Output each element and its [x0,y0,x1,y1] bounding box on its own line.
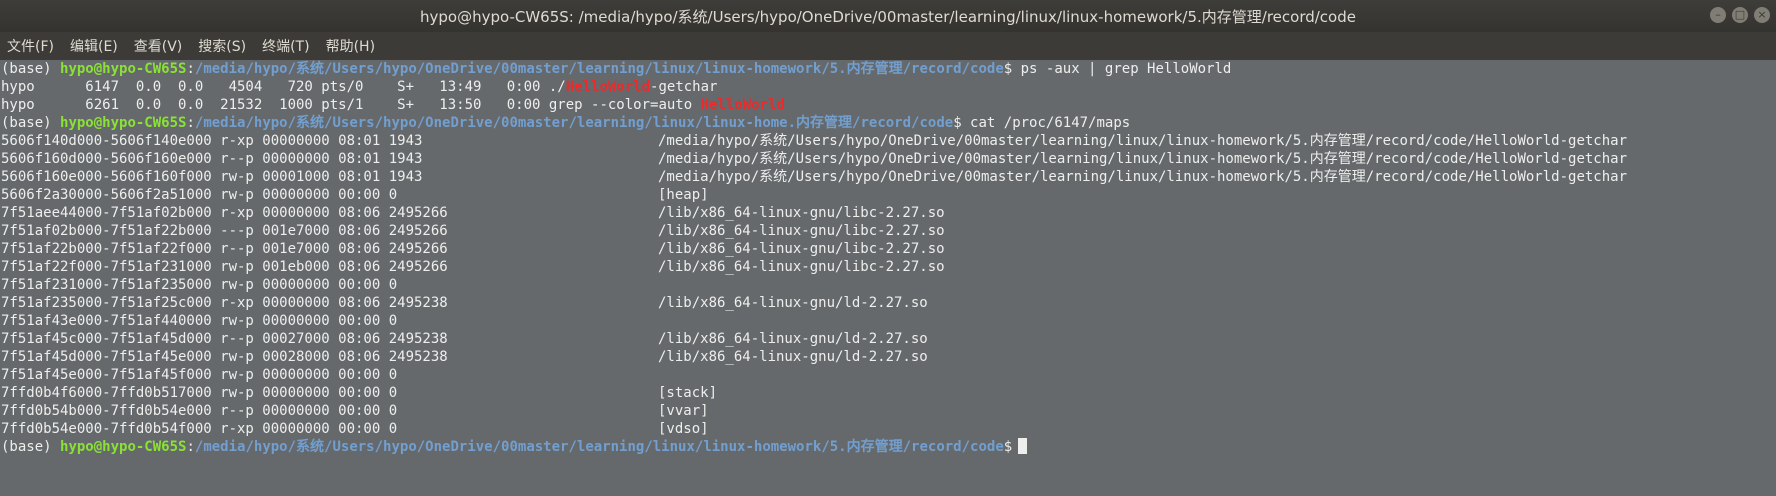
maps-path: [vvar] [658,403,709,419]
maps-range: 7f51af231000-7f51af235000 rw-p 00000000 … [1,277,398,293]
maps-row: 5606f2a30000-5606f2a51000 rw-p 00000000 … [0,186,1776,204]
maps-range: 7f51af02b000-7f51af22b000 ---p 001e7000 … [1,223,448,239]
maps-range: 7f51af22b000-7f51af22f000 r--p 001e7000 … [1,241,448,257]
ps-output-line: hypo 6147 0.0 0.0 4504 720 pts/0 S+ 13:4… [0,78,1776,96]
maps-path: /lib/x86_64-linux-gnu/libc-2.27.so [658,223,945,239]
prompt-separator: : [186,439,195,455]
maps-path: /lib/x86_64-linux-gnu/ld-2.27.so [658,331,928,347]
prompt-path: /media/hypo/系统/Users/hypo/OneDrive/00mas… [194,115,954,131]
maps-path: /lib/x86_64-linux-gnu/libc-2.27.so [658,205,945,221]
prompt-user: hypo@hypo-CW65S [60,439,187,455]
maps-path: /media/hypo/系统/Users/hypo/OneDrive/00mas… [658,169,1628,185]
maps-path: /lib/x86_64-linux-gnu/libc-2.27.so [658,241,945,257]
maps-range: 7f51af45d000-7f51af45e000 rw-p 00028000 … [1,349,448,365]
grep-highlight: HelloWorld [565,79,651,95]
maps-range: 7f51af45c000-7f51af45d000 r--p 00027000 … [1,331,448,347]
maximize-button[interactable]: □ [1732,7,1748,23]
maps-range: 5606f140d000-5606f140e000 r-xp 00000000 … [1,133,423,149]
maps-path: /lib/x86_64-linux-gnu/ld-2.27.so [658,295,928,311]
maps-path: /lib/x86_64-linux-gnu/libc-2.27.so [658,259,945,275]
maps-row: 7f51af02b000-7f51af22b000 ---p 001e7000 … [0,222,1776,240]
maps-row: 5606f160e000-5606f160f000 rw-p 00001000 … [0,168,1776,186]
menu-search[interactable]: 搜索(S) [191,36,255,56]
prompt-line: (base) hypo@hypo-CW65S:/media/hypo/系统/Us… [0,438,1776,456]
menu-bar: 文件(F) 编辑(E) 查看(V) 搜索(S) 终端(T) 帮助(H) [0,32,1776,60]
ps-text-suffix: -getchar [650,79,718,95]
prompt-dollar: $ [953,115,971,131]
menu-help[interactable]: 帮助(H) [319,36,384,56]
conda-env: (base) [1,439,61,455]
maps-range: 7ffd0b54b000-7ffd0b54e000 r--p 00000000 … [1,403,398,419]
prompt-path: /media/hypo/系统/Users/hypo/OneDrive/00mas… [194,61,1004,77]
maps-row: 5606f160d000-5606f160e000 r--p 00000000 … [0,150,1776,168]
maps-row: 7f51af231000-7f51af235000 rw-p 00000000 … [0,276,1776,294]
maps-row: 7ffd0b54b000-7ffd0b54e000 r--p 00000000 … [0,402,1776,420]
maps-path: [vdso] [658,421,709,437]
ps-text: hypo 6261 0.0 0.0 21532 1000 pts/1 S+ 13… [1,97,701,113]
prompt-line: (base) hypo@hypo-CW65S:/media/hypo/系统/Us… [0,60,1776,78]
maps-range: 7f51af235000-7f51af25c000 r-xp 00000000 … [1,295,448,311]
title-bar[interactable]: hypo@hypo-CW65S: /media/hypo/系统/Users/hy… [0,0,1776,32]
menu-terminal[interactable]: 终端(T) [255,36,318,56]
command-text: cat /proc/6147/maps [970,115,1131,131]
maps-range: 5606f160d000-5606f160e000 r--p 00000000 … [1,151,423,167]
ps-output-line: hypo 6261 0.0 0.0 21532 1000 pts/1 S+ 13… [0,96,1776,114]
maps-row: 7f51af22b000-7f51af22f000 r--p 001e7000 … [0,240,1776,258]
prompt-separator: : [186,61,195,77]
text-cursor[interactable] [1018,438,1028,454]
maps-row: 7f51aee44000-7f51af02b000 r-xp 00000000 … [0,204,1776,222]
maps-row: 7f51af45d000-7f51af45e000 rw-p 00028000 … [0,348,1776,366]
ps-text: hypo 6147 0.0 0.0 4504 720 pts/0 S+ 13:4… [1,79,566,95]
maps-row: 7f51af22f000-7f51af231000 rw-p 001eb000 … [0,258,1776,276]
maps-row: 5606f140d000-5606f140e000 r-xp 00000000 … [0,132,1776,150]
terminal-window: hypo@hypo-CW65S: /media/hypo/系统/Users/hy… [0,0,1776,496]
maps-row: 7f51af235000-7f51af25c000 r-xp 00000000 … [0,294,1776,312]
prompt-dollar-final: $ [1003,439,1013,455]
maps-row: 7f51af43e000-7f51af440000 rw-p 00000000 … [0,312,1776,330]
prompt-line: (base) hypo@hypo-CW65S:/media/hypo/系统/Us… [0,114,1776,132]
maps-range: 7ffd0b4f6000-7ffd0b517000 rw-p 00000000 … [1,385,398,401]
maps-range: 5606f160e000-5606f160f000 rw-p 00001000 … [1,169,423,185]
maps-path: [stack] [658,385,718,401]
prompt-dollar: $ [1003,61,1021,77]
maps-path: /media/hypo/系统/Users/hypo/OneDrive/00mas… [658,151,1628,167]
maps-range: 7f51aee44000-7f51af02b000 r-xp 00000000 … [1,205,448,221]
prompt-user: hypo@hypo-CW65S [60,115,187,131]
command-text: ps -aux | grep HelloWorld [1020,61,1232,77]
prompt-path: /media/hypo/系统/Users/hypo/OneDrive/00mas… [194,439,1004,455]
maps-range: 7ffd0b54e000-7ffd0b54f000 r-xp 00000000 … [1,421,398,437]
maps-path: /media/hypo/系统/Users/hypo/OneDrive/00mas… [658,133,1628,149]
maps-range: 5606f2a30000-5606f2a51000 rw-p 00000000 … [1,187,398,203]
prompt-user: hypo@hypo-CW65S [60,61,187,77]
close-button[interactable]: × [1754,7,1770,23]
conda-env: (base) [1,61,61,77]
maps-row: 7ffd0b4f6000-7ffd0b517000 rw-p 00000000 … [0,384,1776,402]
window-title: hypo@hypo-CW65S: /media/hypo/系统/Users/hy… [420,7,1356,26]
menu-view[interactable]: 查看(V) [127,36,192,56]
prompt-separator: : [186,115,195,131]
window-controls: – □ × [1710,7,1770,23]
maps-row: 7ffd0b54e000-7ffd0b54f000 r-xp 00000000 … [0,420,1776,438]
maps-range: 7f51af45e000-7f51af45f000 rw-p 00000000 … [1,367,398,383]
maps-range: 7f51af43e000-7f51af440000 rw-p 00000000 … [1,313,398,329]
maps-row: 7f51af45e000-7f51af45f000 rw-p 00000000 … [0,366,1776,384]
maps-path: /lib/x86_64-linux-gnu/ld-2.27.so [658,349,928,365]
maps-row: 7f51af45c000-7f51af45d000 r--p 00027000 … [0,330,1776,348]
terminal-output[interactable]: (base) hypo@hypo-CW65S:/media/hypo/系统/Us… [0,60,1776,496]
conda-env: (base) [1,115,61,131]
grep-highlight: HelloWorld [700,97,785,113]
maps-range: 7f51af22f000-7f51af231000 rw-p 001eb000 … [1,259,448,275]
minimize-button[interactable]: – [1710,7,1726,23]
menu-file[interactable]: 文件(F) [0,36,63,56]
menu-edit[interactable]: 编辑(E) [63,36,127,56]
maps-path: [heap] [658,187,709,203]
